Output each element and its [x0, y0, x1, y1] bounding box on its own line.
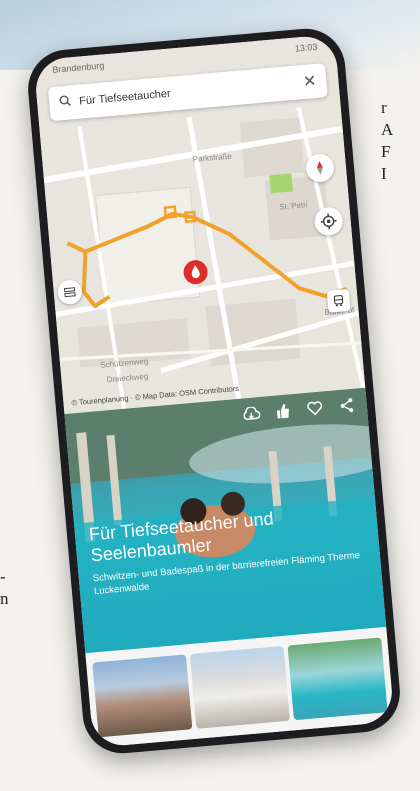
status-time: 13:03	[294, 41, 318, 54]
status-left: Brandenburg	[51, 60, 105, 75]
thumbs-up-icon[interactable]	[272, 400, 294, 422]
cloud-download-icon[interactable]	[240, 403, 262, 425]
close-icon[interactable]: ✕	[302, 71, 317, 92]
poi-marker[interactable]	[181, 258, 210, 291]
hero-card[interactable]: Für Tiefseetaucher und Seelenbaumler Sch…	[64, 387, 387, 654]
bus-stop-marker[interactable]	[326, 288, 351, 313]
map-view[interactable]: Für Tiefseetaucher ✕ Parkstraße St. Petr…	[33, 34, 366, 415]
phone-screen: Brandenburg 13:03 Für Tiefseetaucher ✕ P…	[33, 34, 395, 748]
compass-icon	[316, 160, 323, 175]
background-text-right: r A F I	[381, 97, 393, 185]
layers-icon	[63, 287, 76, 298]
map-pin-icon	[183, 260, 208, 285]
bg-letter: n	[0, 589, 9, 608]
bg-letter: I	[381, 164, 387, 183]
bg-letter: r	[381, 98, 387, 117]
gallery-thumbnail[interactable]	[92, 654, 193, 738]
bus-icon	[333, 295, 344, 307]
bg-letter: F	[381, 142, 391, 161]
phone-frame: Brandenburg 13:03 Für Tiefseetaucher ✕ P…	[24, 25, 404, 757]
crosshair-icon	[320, 213, 337, 230]
gallery-thumbnail[interactable]	[189, 645, 291, 729]
gallery-thumbnail[interactable]	[287, 637, 388, 721]
route-waypoint	[163, 205, 178, 219]
search-icon	[59, 93, 73, 112]
share-icon[interactable]	[336, 395, 358, 417]
heart-icon[interactable]	[304, 397, 326, 419]
bg-letter: -	[0, 567, 6, 586]
bg-letter: A	[381, 120, 394, 139]
background-text-left: - n	[0, 566, 9, 610]
